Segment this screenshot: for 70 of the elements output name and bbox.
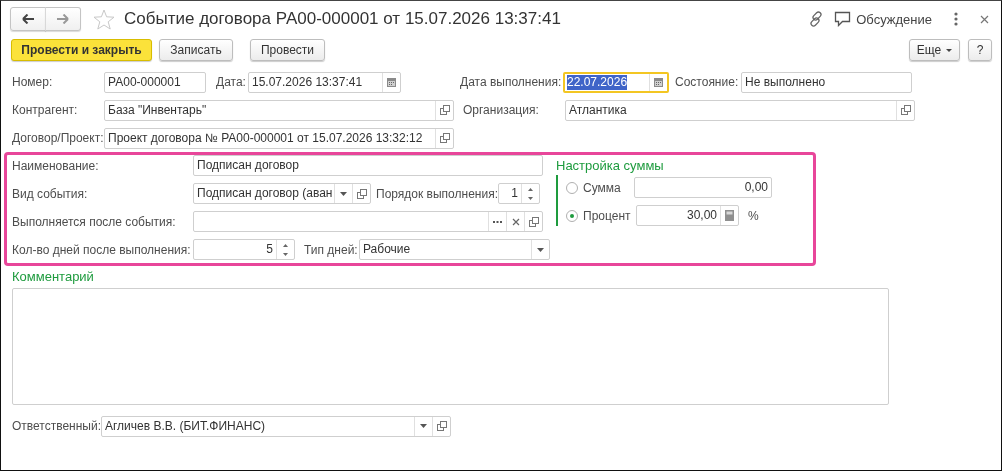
- open-window-icon[interactable]: [439, 133, 450, 143]
- open-window-icon[interactable]: [356, 188, 367, 199]
- menu-icon[interactable]: [954, 12, 958, 26]
- input-field[interactable]: Подписан договор: [193, 155, 543, 176]
- close-icon[interactable]: [980, 14, 989, 24]
- back-button[interactable]: [10, 7, 46, 31]
- field-label: Номер:: [12, 75, 54, 89]
- toolbar-button[interactable]: Провести: [250, 39, 325, 61]
- field-label: Состояние:: [675, 75, 740, 89]
- field-label: Порядок выполнения:: [376, 186, 498, 201]
- caret-icon: [946, 48, 953, 52]
- radio-label[interactable]: Процент: [583, 208, 634, 223]
- link-icon[interactable]: [808, 11, 825, 27]
- toolbar-button[interactable]: Записать: [159, 39, 233, 61]
- field-label: Вид события:: [12, 186, 89, 201]
- group-title: Настройка суммы: [556, 158, 664, 173]
- caret-icon[interactable]: [340, 191, 347, 196]
- star-icon[interactable]: [93, 8, 115, 30]
- date-field[interactable]: 15.07.2026 13:37:41: [248, 71, 401, 93]
- field-label: Дата выполнения:: [460, 75, 563, 89]
- input-field[interactable]: [193, 211, 543, 232]
- open-window-icon[interactable]: [439, 105, 450, 115]
- field-label: Выполняется после события:: [12, 214, 177, 229]
- open-window-icon[interactable]: [528, 216, 539, 227]
- spin-arrows-icon[interactable]: [283, 242, 288, 257]
- window-title: Событие договора РА00-000001 от 15.07.2026 13:37:41: [124, 9, 561, 29]
- input-field[interactable]: РА00-000001: [104, 71, 206, 93]
- caret-icon[interactable]: [537, 247, 544, 252]
- help-button[interactable]: ?: [968, 39, 992, 61]
- field-label: Тип дней:: [304, 242, 359, 257]
- radio-button[interactable]: [566, 209, 578, 222]
- more-button[interactable]: Еще: [909, 39, 960, 61]
- field-label: Контрагент:: [12, 103, 79, 117]
- field-label: Договор/Проект:: [12, 131, 104, 145]
- calendar-icon[interactable]: [387, 77, 396, 87]
- field-label: Кол-во дней после выполнения:: [12, 242, 192, 257]
- input-field[interactable]: 0,00: [634, 177, 772, 198]
- radio-label[interactable]: Сумма: [583, 180, 634, 195]
- chat-icon: [834, 11, 852, 27]
- dropdown-field[interactable]: Подписан договор (аван: [193, 183, 371, 204]
- number-field[interactable]: 5: [193, 239, 295, 260]
- dropdown-field[interactable]: Рабочие: [359, 239, 550, 260]
- radio-button[interactable]: [566, 181, 578, 194]
- comment-field[interactable]: [12, 288, 889, 405]
- number-field[interactable]: 1: [498, 183, 540, 204]
- input-field[interactable]: Проект договора № РА00-000001 от 15.07.2026 13:32:12: [104, 127, 454, 149]
- dropdown-field[interactable]: Агличев В.В. (БИТ.ФИНАНС): [101, 415, 451, 437]
- clear-icon[interactable]: [511, 217, 520, 226]
- input-field[interactable]: 30,00: [636, 205, 739, 226]
- forward-arrow-icon: [57, 14, 69, 24]
- open-window-icon[interactable]: [436, 421, 447, 431]
- toolbar-button[interactable]: Провести и закрыть: [11, 39, 152, 61]
- calculator-icon[interactable]: [725, 210, 734, 221]
- unit-label: %: [748, 208, 759, 223]
- back-arrow-icon: [22, 14, 34, 24]
- field-label: Наименование:: [12, 158, 100, 173]
- field-label: Организация:: [463, 103, 540, 117]
- input-field[interactable]: База "Инвентарь": [104, 99, 454, 121]
- date-field[interactable]: 22.07.2026: [563, 71, 669, 93]
- discussion-link[interactable]: Обсуждение: [834, 11, 932, 27]
- open-window-icon[interactable]: [900, 105, 911, 115]
- section-title: Комментарий: [12, 269, 94, 284]
- more-icon[interactable]: [493, 220, 502, 223]
- input-field[interactable]: Атлантика: [565, 99, 915, 121]
- calendar-icon[interactable]: [654, 77, 663, 87]
- field-label: Дата:: [216, 75, 247, 89]
- spin-arrows-icon[interactable]: [528, 186, 533, 201]
- input-field[interactable]: Не выполнено: [741, 71, 912, 93]
- field-label: Ответственный:: [12, 419, 101, 433]
- caret-icon[interactable]: [420, 424, 427, 428]
